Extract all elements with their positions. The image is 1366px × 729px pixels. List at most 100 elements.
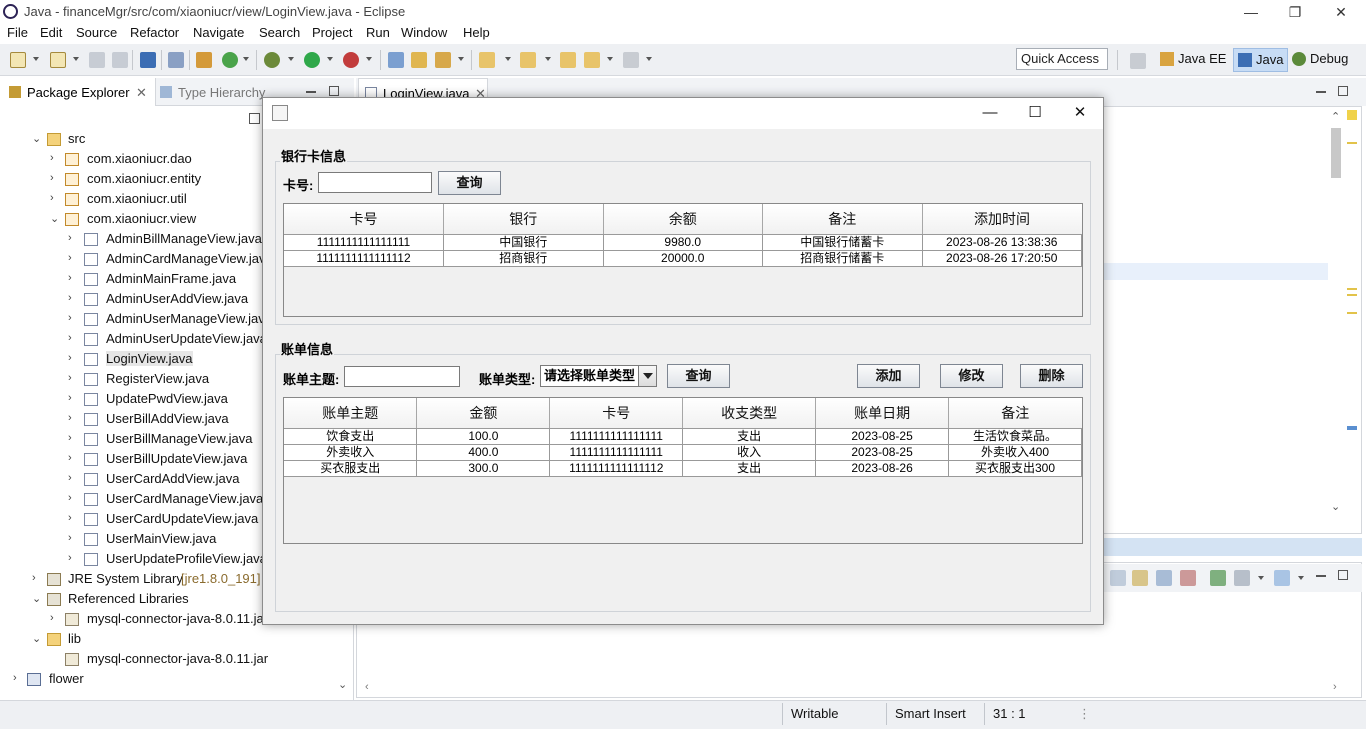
annotation-marker[interactable] [1347, 294, 1357, 296]
back-dropdown-icon[interactable] [607, 57, 613, 61]
table-row[interactable]: 1111111111111112 招商银行 20000.0 招商银行储蓄卡 20… [284, 250, 1082, 267]
bill-col-type[interactable]: 收支类型 [682, 398, 817, 429]
annotation-prev-icon[interactable] [520, 52, 536, 68]
skip-breakpoints-icon[interactable] [168, 52, 184, 68]
console-icon[interactable] [140, 52, 156, 68]
table-cell[interactable]: 2023-08-26 13:38:36 [922, 234, 1082, 251]
menu-edit[interactable]: Edit [40, 25, 62, 40]
collapsed-arrow-icon[interactable]: › [68, 312, 72, 324]
table-cell[interactable]: 外卖收入 [284, 444, 418, 461]
collapsed-arrow-icon[interactable]: › [68, 292, 72, 304]
restore-window-button[interactable]: ❐ [1284, 2, 1306, 22]
scroll-left-icon[interactable]: ‹ [365, 681, 369, 693]
forward-icon[interactable] [623, 52, 639, 68]
minimize-window-button[interactable]: — [1240, 2, 1262, 22]
annotation-prev-dropdown-icon[interactable] [545, 57, 551, 61]
menu-search[interactable]: Search [259, 25, 300, 40]
new-project-icon[interactable] [50, 52, 66, 68]
card-col-bank[interactable]: 银行 [443, 204, 604, 235]
add-bill-button[interactable]: 添加 [857, 364, 920, 388]
last-edit-icon[interactable] [560, 52, 576, 68]
bill-col-card-no[interactable]: 卡号 [549, 398, 684, 429]
table-cell[interactable]: 支出 [682, 428, 817, 445]
menu-run[interactable]: Run [366, 25, 390, 40]
external-tools-dropdown-icon[interactable] [366, 57, 372, 61]
collapsed-arrow-icon[interactable]: › [68, 552, 72, 564]
table-row[interactable]: 饮食支出 100.0 1111111111111111 支出 2023-08-2… [284, 428, 1082, 445]
collapsed-arrow-icon[interactable]: › [50, 152, 54, 164]
table-cell[interactable]: 招商银行储蓄卡 [762, 250, 923, 267]
expanded-arrow-icon[interactable]: ⌄ [32, 592, 41, 605]
quick-access-input[interactable]: Quick Access [1016, 48, 1108, 70]
edit-dropdown-icon[interactable] [458, 57, 464, 61]
collapsed-arrow-icon[interactable]: › [50, 612, 54, 624]
table-cell[interactable]: 1111111111111111 [284, 234, 444, 251]
tree-item[interactable]: mysql-connector-java-8.0.11.jar [0, 649, 336, 669]
maximize-view-icon[interactable] [329, 86, 339, 96]
table-cell[interactable]: 1111111111111112 [549, 460, 684, 477]
collapsed-arrow-icon[interactable]: › [68, 392, 72, 404]
table-cell[interactable]: 买衣服支出 [284, 460, 418, 477]
collapsed-arrow-icon[interactable]: › [68, 272, 72, 284]
scroll-down-icon[interactable]: ⌄ [338, 678, 347, 691]
table-cell[interactable]: 中国银行 [443, 234, 604, 251]
collapse-all-icon[interactable] [249, 113, 260, 124]
collapsed-arrow-icon[interactable]: › [68, 372, 72, 384]
bill-col-date[interactable]: 账单日期 [815, 398, 950, 429]
scroll-up-icon[interactable]: ⌃ [1331, 110, 1340, 123]
table-cell[interactable]: 1111111111111111 [549, 444, 684, 461]
console-view-icon[interactable] [1110, 570, 1126, 586]
chevron-down-icon[interactable] [638, 366, 656, 386]
maximize-editor-icon[interactable] [1338, 86, 1348, 96]
table-cell[interactable]: 2023-08-26 17:20:50 [922, 250, 1082, 267]
card-col-remark[interactable]: 备注 [762, 204, 923, 235]
back-icon[interactable] [584, 52, 600, 68]
card-col-card-no[interactable]: 卡号 [284, 204, 444, 235]
run-dropdown-icon[interactable] [327, 57, 333, 61]
display-console-dropdown-icon[interactable] [1258, 576, 1264, 580]
tree-item[interactable]: ⌄ lib [0, 629, 336, 649]
dialog-maximize-button[interactable]: ☐ [1020, 102, 1050, 124]
dialog-close-button[interactable]: ✕ [1065, 102, 1095, 124]
table-cell[interactable]: 中国银行储蓄卡 [762, 234, 923, 251]
annotation-marker[interactable] [1347, 142, 1357, 144]
table-cell[interactable]: 9980.0 [603, 234, 763, 251]
close-tab-icon[interactable]: ✕ [136, 85, 147, 101]
table-cell[interactable]: 招商银行 [443, 250, 604, 267]
new-icon[interactable] [10, 52, 26, 68]
collapsed-arrow-icon[interactable]: › [68, 352, 72, 364]
collapsed-arrow-icon[interactable]: › [50, 172, 54, 184]
scroll-thumb[interactable] [1331, 128, 1341, 178]
tree-item[interactable]: › flower [0, 669, 336, 689]
minimize-panel-icon[interactable] [1316, 575, 1326, 577]
save-all-icon[interactable] [112, 52, 128, 68]
new-java-package-icon[interactable] [388, 52, 404, 68]
perspective-java-ee[interactable]: Java EE [1156, 48, 1230, 72]
perspective-debug[interactable]: Debug [1288, 48, 1352, 72]
table-row[interactable]: 1111111111111111 中国银行 9980.0 中国银行储蓄卡 202… [284, 234, 1082, 251]
menu-navigate[interactable]: Navigate [193, 25, 244, 40]
collapsed-arrow-icon[interactable]: › [68, 332, 72, 344]
collapsed-arrow-icon[interactable]: › [68, 532, 72, 544]
open-type-icon[interactable] [196, 52, 212, 68]
table-cell[interactable]: 300.0 [416, 460, 551, 477]
expanded-arrow-icon[interactable]: ⌄ [50, 212, 59, 225]
perspective-java[interactable]: Java [1233, 48, 1289, 72]
menu-refactor[interactable]: Refactor [130, 25, 179, 40]
table-cell[interactable]: 1111111111111112 [284, 250, 444, 267]
collapsed-arrow-icon[interactable]: › [68, 492, 72, 504]
collapsed-arrow-icon[interactable]: › [68, 412, 72, 424]
warning-marker-icon[interactable] [1347, 110, 1357, 120]
card-col-add-time[interactable]: 添加时间 [922, 204, 1082, 235]
menu-file[interactable]: File [7, 25, 28, 40]
console-view-icon[interactable] [1180, 570, 1196, 586]
collapsed-arrow-icon[interactable]: › [68, 232, 72, 244]
menu-source[interactable]: Source [76, 25, 117, 40]
dialog-minimize-button[interactable]: — [975, 102, 1005, 124]
menu-project[interactable]: Project [312, 25, 352, 40]
pin-console-icon[interactable] [1210, 570, 1226, 586]
card-number-input[interactable] [318, 172, 432, 193]
open-folder-icon[interactable] [411, 52, 427, 68]
bill-query-button[interactable]: 查询 [667, 364, 730, 388]
search-marker[interactable] [1347, 426, 1357, 430]
